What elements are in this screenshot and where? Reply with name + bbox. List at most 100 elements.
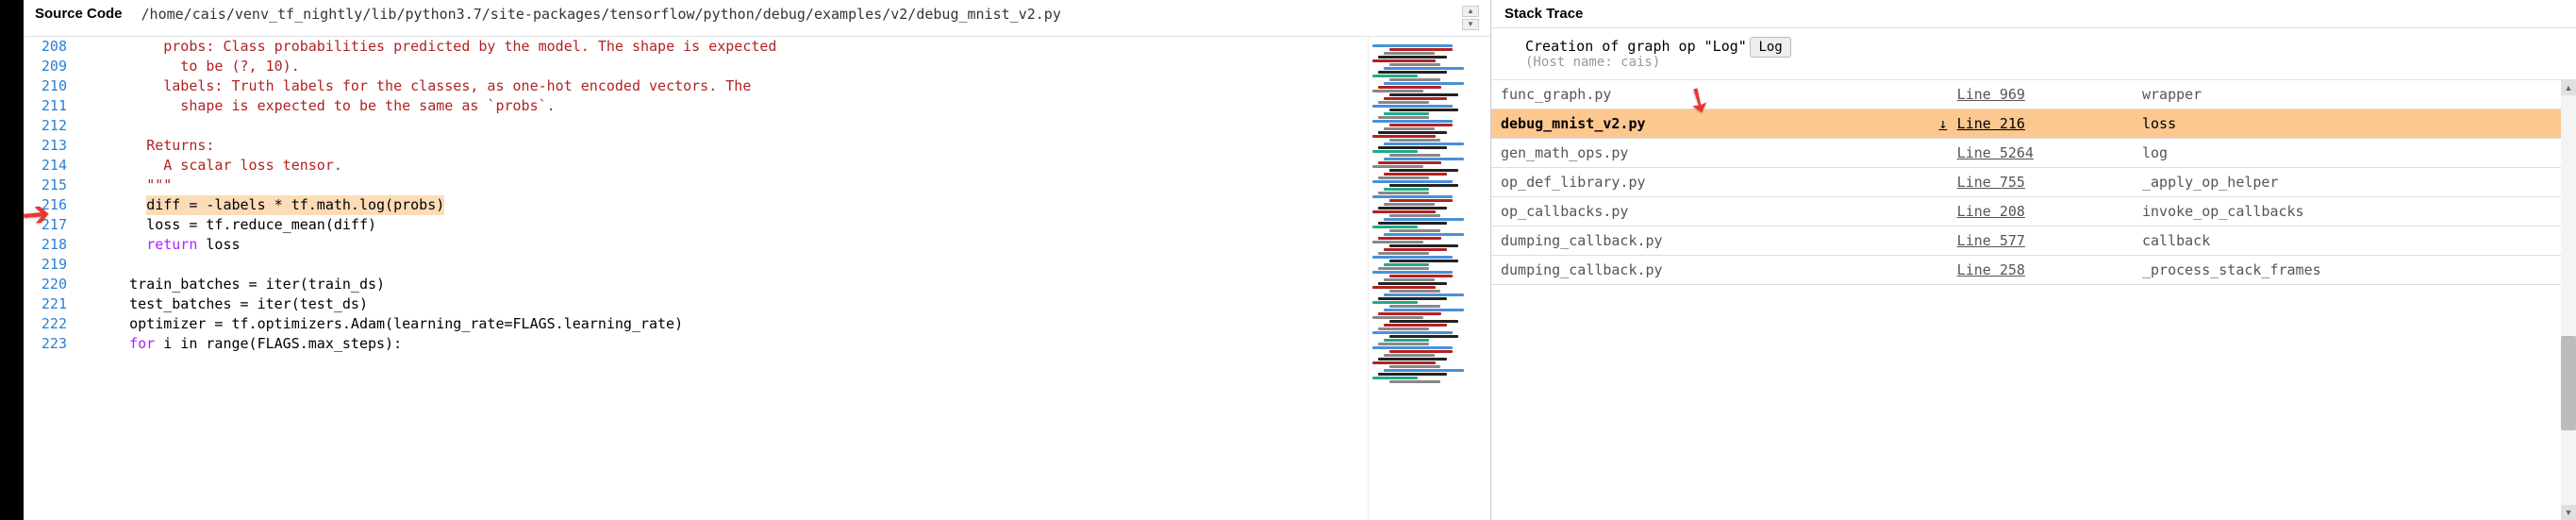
minimap-line xyxy=(1378,267,1429,270)
minimap-line xyxy=(1384,233,1464,236)
minimap-line xyxy=(1384,127,1435,130)
code-line[interactable]: 209 to be (?, 10). xyxy=(24,57,1368,76)
stack-frame-row[interactable]: dumping_callback.pyLine 577callback xyxy=(1491,226,2561,256)
gutter xyxy=(80,116,91,136)
minimap-line xyxy=(1389,305,1440,308)
minimap-line xyxy=(1389,335,1458,338)
stack-frame-row[interactable]: func_graph.py Line 969wrapper xyxy=(1491,80,2561,109)
stack-frame-line-link[interactable]: Line 577 xyxy=(1957,232,2142,249)
stack-frame-file: func_graph.py xyxy=(1501,86,1935,103)
code-line[interactable]: 208 probs: Class probabilities predicted… xyxy=(24,37,1368,57)
stack-title: Stack Trace xyxy=(1491,0,2576,28)
minimap-line xyxy=(1372,361,1436,364)
line-number: 215 xyxy=(24,176,80,195)
path-scroll-buttons: ▲ ▼ xyxy=(1462,6,1479,30)
minimap-line xyxy=(1389,48,1453,51)
code-line[interactable]: 218 return loss xyxy=(24,235,1368,255)
code-line[interactable]: 219 xyxy=(24,255,1368,275)
code-line[interactable]: 223 for i in range(FLAGS.max_steps): xyxy=(24,334,1368,354)
code-line[interactable]: 220 train_batches = iter(train_ds) xyxy=(24,275,1368,294)
code-line[interactable]: 211 shape is expected to be the same as … xyxy=(24,96,1368,116)
line-number: 217 xyxy=(24,215,80,235)
code-line[interactable]: 217 loss = tf.reduce_mean(diff) xyxy=(24,215,1368,235)
stack-frame-row[interactable]: op_callbacks.pyLine 208invoke_op_callbac… xyxy=(1491,197,2561,226)
stack-frame-line-link[interactable]: Line 5264 xyxy=(1957,144,2142,161)
minimap-line xyxy=(1389,350,1453,353)
gutter xyxy=(80,37,91,57)
scrollbar-thumb[interactable] xyxy=(2561,336,2576,430)
gutter xyxy=(80,195,91,215)
minimap-line xyxy=(1372,226,1418,228)
minimap-line xyxy=(1384,173,1447,176)
minimap-line xyxy=(1389,214,1440,217)
code-content: shape is expected to be the same as `pro… xyxy=(91,96,1368,116)
code-line[interactable]: 216 diff = -labels * tf.math.log(probs) xyxy=(24,195,1368,215)
code-content: return loss xyxy=(91,235,1368,255)
minimap-line xyxy=(1378,116,1429,119)
code-line[interactable]: 215 """ xyxy=(24,176,1368,195)
scroll-down-button[interactable]: ▼ xyxy=(1462,19,1479,30)
line-number: 221 xyxy=(24,294,80,314)
stack-frame-line-link[interactable]: Line 755 xyxy=(1957,174,2142,191)
minimap-line xyxy=(1372,256,1453,259)
stack-frame-line-link[interactable]: Line 208 xyxy=(1957,203,2142,220)
scrollbar-down-icon[interactable]: ▼ xyxy=(2561,505,2576,520)
minimap-line xyxy=(1378,207,1447,210)
stack-frame-row[interactable]: gen_math_ops.pyLine 5264log xyxy=(1491,139,2561,168)
stack-frame-function: wrapper xyxy=(2142,86,2551,103)
code-content xyxy=(91,255,1368,275)
stack-scrollbar[interactable]: ▲ ▼ xyxy=(2561,80,2576,520)
minimap-line xyxy=(1378,176,1429,179)
line-number: 216 xyxy=(24,195,80,215)
code-content: to be (?, 10). xyxy=(91,57,1368,76)
stack-frame-line-link[interactable]: Line 258 xyxy=(1957,261,2142,278)
scrollbar-track[interactable] xyxy=(2561,95,2576,505)
minimap-line xyxy=(1389,169,1458,172)
stack-frame-file: dumping_callback.py xyxy=(1501,261,1935,278)
gutter xyxy=(80,176,91,195)
stack-frame-function: log xyxy=(2142,144,2551,161)
stack-frame-row[interactable]: debug_mnist_v2.py↓Line 216loss xyxy=(1491,109,2561,139)
gutter xyxy=(80,76,91,96)
minimap-line xyxy=(1372,44,1453,47)
code-content: loss = tf.reduce_mean(diff) xyxy=(91,215,1368,235)
stack-frame-file: debug_mnist_v2.py xyxy=(1501,115,1935,132)
log-op-button[interactable]: Log xyxy=(1750,37,1790,58)
minimap-line xyxy=(1389,229,1440,232)
code-line[interactable]: 210 labels: Truth labels for the classes… xyxy=(24,76,1368,96)
code-area[interactable]: 208 probs: Class probabilities predicted… xyxy=(24,37,1368,520)
stack-frame-row[interactable]: dumping_callback.pyLine 258_process_stac… xyxy=(1491,256,2561,285)
code-line[interactable]: 213 Returns: xyxy=(24,136,1368,156)
code-line[interactable]: 221 test_batches = iter(test_ds) xyxy=(24,294,1368,314)
code-line[interactable]: 222 optimizer = tf.optimizers.Adam(learn… xyxy=(24,314,1368,334)
scrollbar-up-icon[interactable]: ▲ xyxy=(2561,80,2576,95)
minimap-line xyxy=(1372,150,1418,153)
gutter xyxy=(80,255,91,275)
stack-frame-file: op_def_library.py xyxy=(1501,174,1935,191)
minimap-line xyxy=(1372,346,1453,349)
minimap-line xyxy=(1378,373,1447,376)
stack-frame-file: op_callbacks.py xyxy=(1501,203,1935,220)
stack-frame-line-link[interactable]: Line 969 xyxy=(1957,86,2142,103)
expand-frame-icon[interactable]: ↓ xyxy=(1935,115,1952,132)
minimap-line xyxy=(1372,331,1453,334)
minimap[interactable] xyxy=(1368,37,1490,520)
minimap-line xyxy=(1389,154,1440,157)
code-line[interactable]: 212 xyxy=(24,116,1368,136)
minimap-line xyxy=(1384,158,1464,160)
minimap-line xyxy=(1378,282,1447,285)
minimap-line xyxy=(1372,135,1436,138)
stack-frame-list[interactable]: ➘ func_graph.pyLine 969wrapperdebug_mnis… xyxy=(1491,80,2561,520)
minimap-line xyxy=(1378,101,1429,104)
stack-frame-line-link[interactable]: Line 216 xyxy=(1957,115,2142,132)
code-line[interactable]: 214 A scalar loss tensor. xyxy=(24,156,1368,176)
scroll-up-button[interactable]: ▲ xyxy=(1462,6,1479,17)
minimap-line xyxy=(1372,271,1453,274)
code-content: labels: Truth labels for the classes, as… xyxy=(91,76,1368,96)
minimap-line xyxy=(1372,316,1423,319)
stack-frame-row[interactable]: op_def_library.pyLine 755_apply_op_helpe… xyxy=(1491,168,2561,197)
minimap-line xyxy=(1384,188,1429,191)
minimap-line xyxy=(1384,309,1464,311)
minimap-line xyxy=(1378,343,1429,345)
minimap-line xyxy=(1378,161,1441,164)
